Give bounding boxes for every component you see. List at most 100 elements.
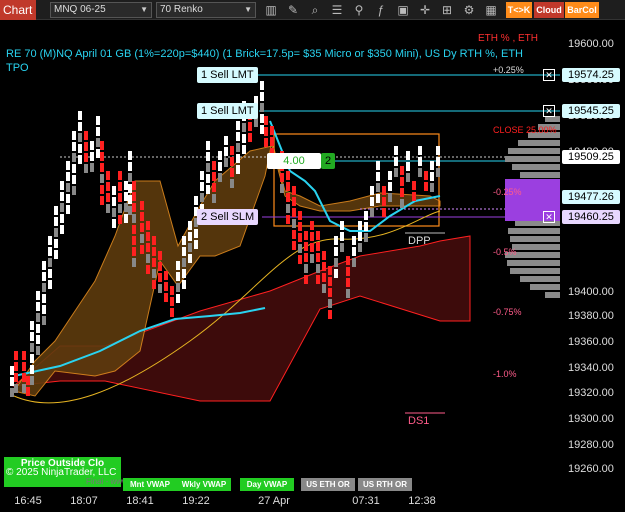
renko-brick: [436, 146, 440, 155]
renko-brick: [334, 269, 338, 278]
renko-brick: [286, 182, 290, 191]
renko-brick: [292, 219, 296, 228]
sell-lmt-order-1[interactable]: 1 Sell LMT: [197, 67, 258, 83]
grid-icon[interactable]: ▦: [482, 2, 500, 18]
renko-brick: [388, 182, 392, 191]
renko-brick: [132, 258, 136, 267]
settings-icon[interactable]: ⚙: [460, 2, 478, 18]
renko-brick: [286, 215, 290, 224]
instrument-selector[interactable]: MNQ 06-25 ▼: [50, 2, 152, 18]
renko-brick: [106, 193, 110, 202]
renko-brick: [106, 182, 110, 191]
bar-chart-icon[interactable]: ▥: [262, 2, 280, 18]
price-marker-box: 19509.25: [562, 150, 620, 164]
close-icon[interactable]: ✕: [543, 211, 555, 223]
renko-brick: [112, 208, 116, 217]
renko-brick: [424, 182, 428, 191]
chart-trader-icon[interactable]: ▣: [394, 2, 412, 18]
renko-brick: [152, 247, 156, 256]
close-icon[interactable]: ✕: [543, 105, 555, 117]
renko-brick: [376, 172, 380, 181]
renko-brick: [112, 219, 116, 228]
renko-brick: [236, 132, 240, 141]
renko-brick: [42, 283, 46, 292]
renko-brick: [132, 225, 136, 234]
renko-brick: [72, 186, 76, 195]
sell-lmt-order-2[interactable]: 1 Sell LMT: [197, 103, 258, 119]
renko-brick: [400, 166, 404, 175]
renko-brick: [112, 186, 116, 195]
price-marker-box: 19460.25: [562, 210, 620, 224]
renko-brick: [30, 321, 34, 330]
pct-minus-075: -0.75%: [493, 307, 522, 317]
renko-brick: [170, 308, 174, 317]
renko-brick: [334, 258, 338, 267]
cloud-button[interactable]: Cloud: [534, 2, 564, 18]
renko-brick: [188, 243, 192, 252]
renko-brick: [124, 203, 128, 212]
renko-brick: [310, 221, 314, 230]
renko-brick: [292, 208, 296, 217]
sell-slm-order[interactable]: 2 Sell SLM: [197, 209, 259, 225]
price-marker-box: 19477.26: [562, 190, 620, 204]
renko-brick: [236, 165, 240, 174]
strategy-icon[interactable]: ⚲: [350, 2, 368, 18]
pencil-icon[interactable]: ✎: [284, 2, 302, 18]
renko-brick: [78, 133, 82, 142]
renko-brick: [298, 222, 302, 231]
pct-minus-05: -0.5%: [493, 247, 517, 257]
renko-brick: [100, 196, 104, 205]
renko-brick: [140, 234, 144, 243]
renko-brick: [212, 194, 216, 203]
tk-button[interactable]: T<>K: [506, 2, 532, 18]
zoom-icon[interactable]: ⌕: [306, 2, 324, 18]
renko-brick: [146, 254, 150, 263]
renko-brick: [72, 175, 76, 184]
chevron-down-icon: ▼: [244, 5, 252, 14]
renko-brick: [264, 138, 268, 147]
renko-brick: [42, 272, 46, 281]
order-quantity-field[interactable]: 4.00: [267, 153, 321, 169]
renko-brick: [322, 262, 326, 271]
renko-brick: [48, 269, 52, 278]
time-axis-label: 19:22: [182, 495, 210, 507]
renko-brick: [100, 163, 104, 172]
renko-brick: [424, 171, 428, 180]
renko-brick: [328, 266, 332, 275]
chart-tab[interactable]: Chart: [0, 0, 36, 20]
close-icon[interactable]: ✕: [543, 69, 555, 81]
renko-brick: [264, 127, 268, 136]
price-axis[interactable]: 19600.0019560.0019520.0019480.0019400.00…: [560, 21, 625, 512]
renko-brick: [298, 211, 302, 220]
renko-brick: [176, 261, 180, 270]
renko-brick: [182, 269, 186, 278]
chart-plot-area[interactable]: RE 70 (M)NQ April 01 GB (1%=220p=$440) (…: [0, 21, 560, 502]
data-box-icon[interactable]: ⊞: [438, 2, 456, 18]
chart-canvas[interactable]: [0, 21, 560, 491]
renko-brick: [346, 278, 350, 287]
renko-brick: [182, 280, 186, 289]
renko-brick: [54, 250, 58, 259]
pct-minus-025: -0.25%: [493, 187, 522, 197]
ds1-label: DS1: [408, 415, 430, 427]
price-axis-label: 19280.00: [568, 439, 614, 451]
renko-brick: [22, 362, 26, 371]
barcol-button[interactable]: BarCol: [565, 2, 599, 18]
renko-brick: [236, 121, 240, 130]
crosshair-icon[interactable]: ✛: [416, 2, 434, 18]
properties-icon[interactable]: ☰: [328, 2, 346, 18]
renko-brick: [340, 232, 344, 241]
renko-brick: [310, 232, 314, 241]
renko-brick: [242, 134, 246, 143]
time-axis[interactable]: 16:45 18:07 18:41 19:22 27 Apr 07:31 12:38: [0, 491, 560, 512]
renko-brick: [72, 142, 76, 151]
renko-brick: [206, 163, 210, 172]
renko-brick: [236, 143, 240, 152]
bar-type-selector[interactable]: 70 Renko ▼: [156, 2, 256, 18]
renko-brick: [66, 194, 70, 203]
renko-brick: [322, 273, 326, 282]
indicators-icon[interactable]: ƒ: [372, 2, 390, 18]
renko-brick: [158, 273, 162, 282]
renko-brick: [304, 242, 308, 251]
renko-brick: [26, 376, 30, 385]
